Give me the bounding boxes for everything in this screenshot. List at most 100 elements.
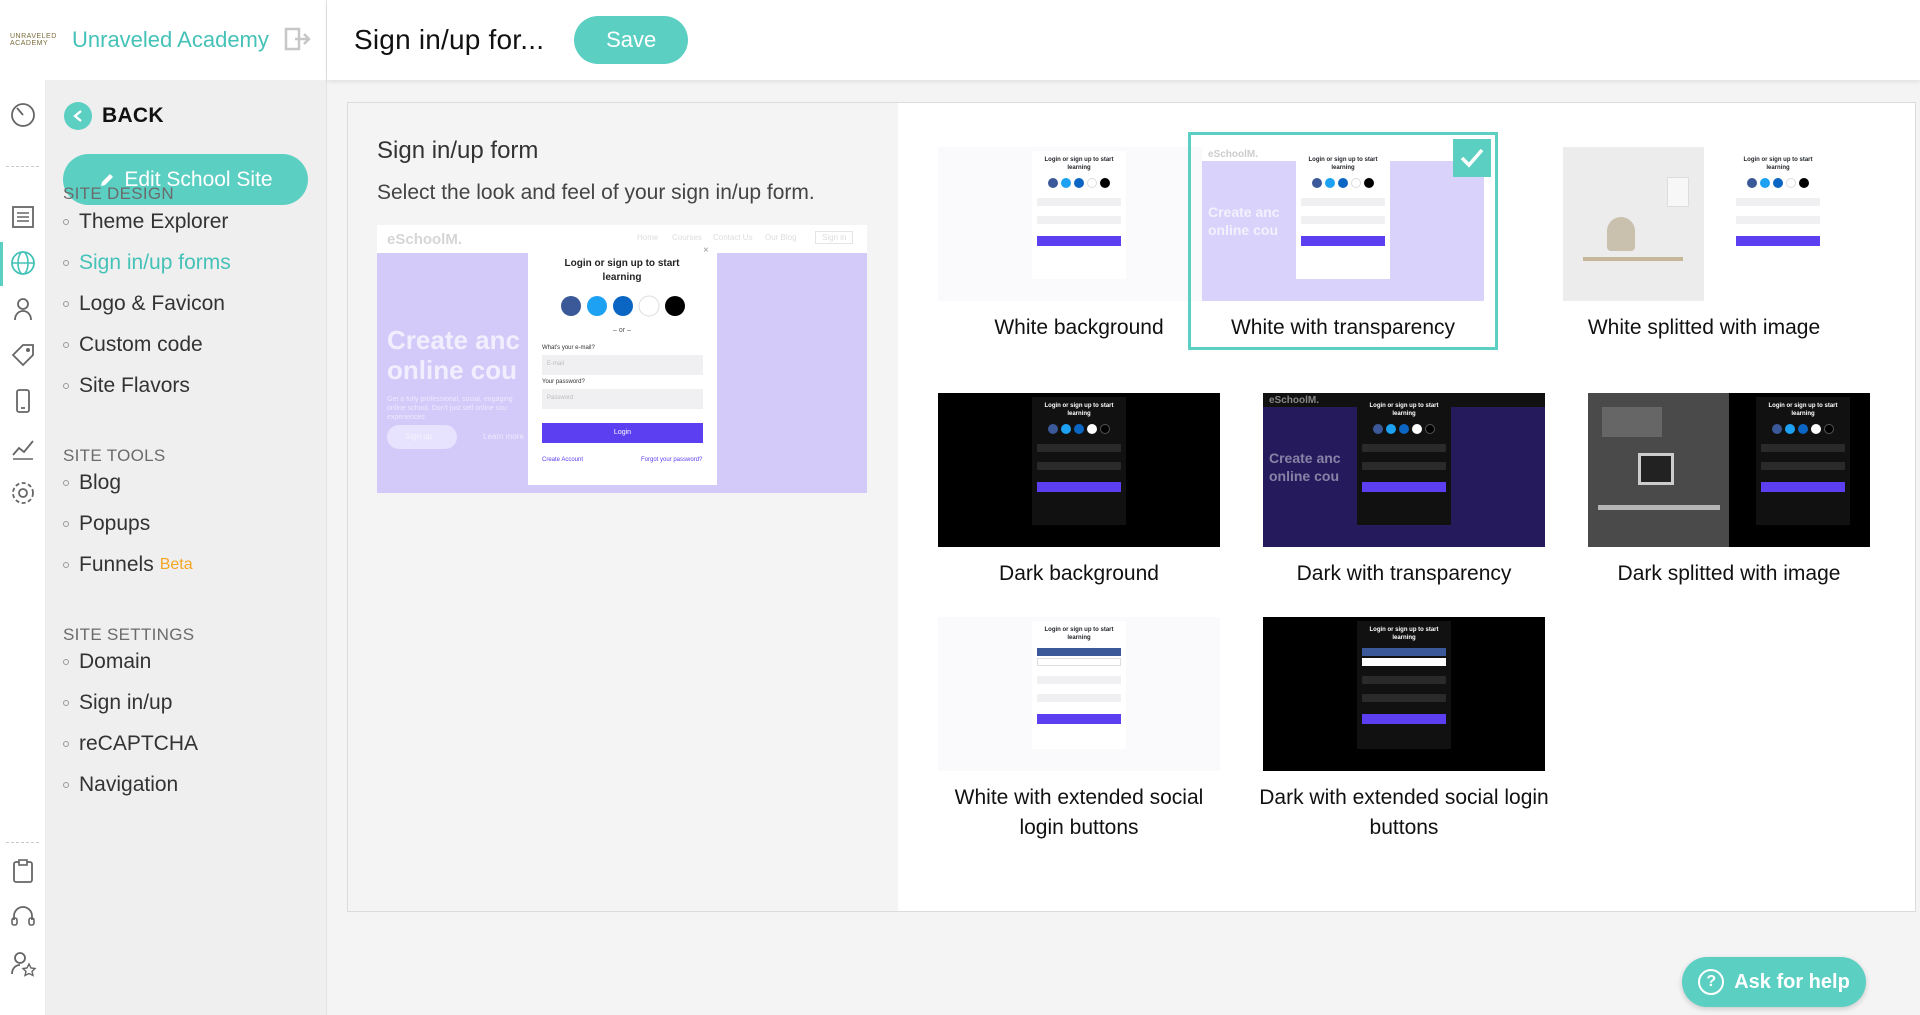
nav-item-funnels[interactable]: Funnels Beta — [63, 553, 193, 577]
option-thumbnail: Login or sign up to start learning — [1588, 393, 1870, 547]
courses-list-icon[interactable] — [8, 202, 38, 232]
option-label: White with transparency — [1230, 316, 1456, 339]
nav-item-blog[interactable]: Blog — [63, 471, 121, 495]
option-white-background[interactable]: Login or sign up to start learning White… — [934, 147, 1224, 343]
mini-login-form: Login or sign up to start learning — [1731, 151, 1825, 279]
back-button[interactable]: BACK — [64, 102, 164, 130]
preview-or-label: – or – — [613, 327, 631, 334]
user-star-icon[interactable] — [8, 948, 38, 978]
mini-login-form: Login or sign up to start learning — [1357, 397, 1451, 525]
option-dark-split[interactable]: Login or sign up to start learning Dark … — [1584, 393, 1874, 589]
beta-badge: Beta — [159, 556, 193, 573]
brand-area: UNRAVELED ACADEMY Unraveled Academy — [0, 0, 327, 80]
preview-hero-line2: online cou — [387, 355, 517, 385]
option-white-transparent[interactable]: eSchoolM. Create anc online cou Login or … — [1188, 132, 1498, 350]
form-preview: eSchoolM. Home Courses Contact Us Our Bl… — [377, 225, 867, 493]
site-nav-sidebar: BACK Edit School Site SITE DESIGN Theme … — [46, 80, 327, 1015]
logout-icon[interactable] — [284, 26, 312, 52]
ask-for-help-button[interactable]: ? Ask for help — [1682, 957, 1866, 1007]
option-thumbnail: Login or sign up to start learning — [1263, 617, 1545, 771]
option-label: Dark splitted with image — [1617, 562, 1841, 585]
preview-nav-courses: Courses — [672, 233, 702, 242]
settings-gear-icon[interactable] — [8, 478, 38, 508]
nav-item-theme-explorer[interactable]: Theme Explorer — [63, 210, 228, 234]
clipboard-icon[interactable] — [8, 856, 38, 886]
mobile-app-icon[interactable] — [8, 386, 38, 416]
preview-login-button: Login — [613, 429, 632, 436]
preview-password-label: Your password? — [542, 379, 585, 385]
preview-email-label: What's your e-mail? — [542, 345, 595, 351]
section-description: Select the look and feel of your sign in… — [377, 181, 815, 204]
preview-hero-body: Get a fully professional, social, engagi… — [387, 396, 513, 421]
option-thumbnail: eSchoolM. Create anc online cou Login or … — [1202, 147, 1484, 301]
section-title-site-settings: SITE SETTINGS — [63, 625, 195, 644]
page-header: Sign in/up for... Save — [327, 0, 1920, 80]
option-thumbnail: Login or sign up to start learning — [938, 617, 1220, 771]
users-icon[interactable] — [8, 294, 38, 324]
nav-item-popups[interactable]: Popups — [63, 512, 150, 536]
pricing-tag-icon[interactable] — [8, 340, 38, 370]
option-label: Dark with extended social login buttons — [1259, 786, 1549, 839]
question-icon: ? — [1698, 969, 1725, 995]
support-headset-icon[interactable] — [8, 902, 38, 932]
preview-nav-blog: Our Blog — [765, 233, 797, 242]
preview-password-placeholder: Password — [547, 395, 574, 401]
nav-item-custom-code[interactable]: Custom code — [63, 333, 203, 357]
section-heading: Sign in/up form — [377, 137, 539, 164]
mini-login-form: Login or sign up to start learning — [1032, 621, 1126, 749]
preview-hero-button: Sign up — [405, 432, 433, 441]
option-label: Dark with transparency — [1296, 562, 1512, 585]
preview-email-placeholder: E-mail — [547, 361, 565, 367]
mini-login-form: Login or sign up to start learning — [1756, 397, 1850, 525]
section-title-site-tools: SITE TOOLS — [63, 446, 166, 465]
mini-login-form: Login or sign up to start learning — [1032, 397, 1126, 525]
nav-item-site-flavors[interactable]: Site Flavors — [63, 374, 190, 398]
preview-forgot-password: Forgot your password? — [641, 457, 703, 463]
preview-hero-link: Learn more — [483, 432, 524, 441]
option-thumbnail: Login or sign up to start learning — [1563, 147, 1845, 301]
dashboard-gauge-icon[interactable] — [8, 100, 38, 130]
mini-login-form: Login or sign up to start learning — [1296, 151, 1390, 279]
form-style-options: Login or sign up to start learning White… — [898, 103, 1915, 911]
sign-in-form-panel: Sign in/up form Select the look and feel… — [347, 102, 1916, 912]
option-dark-extended[interactable]: Login or sign up to start learning Dark … — [1259, 617, 1549, 843]
chevron-left-icon — [64, 102, 92, 130]
option-label: White with extended social login buttons — [954, 786, 1204, 839]
option-thumbnail: Login or sign up to start learning — [938, 147, 1220, 301]
option-dark-background[interactable]: Login or sign up to start learning Dark … — [934, 393, 1224, 589]
mini-login-form: Login or sign up to start learning — [1032, 151, 1126, 279]
icon-rail — [0, 80, 46, 1015]
option-label: White background — [994, 316, 1164, 339]
option-dark-transparent[interactable]: eSchoolM. Create anc online cou Login or … — [1259, 393, 1549, 589]
analytics-chart-icon[interactable] — [8, 432, 38, 462]
nav-item-navigation[interactable]: Navigation — [63, 773, 178, 797]
nav-item-domain[interactable]: Domain — [63, 650, 151, 674]
option-white-split[interactable]: Login or sign up to start learning White… — [1559, 147, 1849, 343]
option-thumbnail: eSchoolM. Create anc online cou Login or … — [1263, 393, 1545, 547]
back-label: BACK — [102, 104, 164, 127]
option-white-extended[interactable]: Login or sign up to start learning White… — [934, 617, 1224, 843]
page-title: Sign in/up for... — [354, 24, 545, 55]
brand-mini-logo: UNRAVELED ACADEMY — [10, 33, 57, 47]
section-title-site-design: SITE DESIGN — [63, 184, 174, 203]
preview-close-icon: × — [703, 245, 709, 256]
form-description-column: Sign in/up form Select the look and feel… — [348, 103, 898, 911]
option-label: Dark background — [999, 562, 1159, 585]
preview-nav-home: Home — [637, 233, 659, 242]
save-button[interactable]: Save — [574, 16, 689, 64]
preview-site-logo: eSchoolM. — [387, 231, 463, 248]
checkmark-icon — [1453, 139, 1491, 177]
option-thumbnail: Login or sign up to start learning — [938, 393, 1220, 547]
preview-create-account: Create Account — [542, 457, 584, 463]
nav-item-sign-in-up[interactable]: Sign in/up — [63, 691, 172, 715]
school-name[interactable]: Unraveled Academy — [72, 27, 269, 53]
mini-login-form: Login or sign up to start learning — [1357, 621, 1451, 749]
preview-nav-button: Sign in — [815, 231, 854, 244]
nav-item-logo-favicon[interactable]: Logo & Favicon — [63, 292, 225, 316]
website-globe-icon[interactable] — [8, 248, 38, 278]
nav-item-recaptcha[interactable]: reCAPTCHA — [63, 732, 198, 756]
nav-item-sign-in-up-forms[interactable]: Sign in/up forms — [63, 251, 231, 275]
ask-for-help-label: Ask for help — [1734, 970, 1850, 993]
preview-form-title: Login or sign up to start learning — [564, 258, 680, 283]
preview-nav-contact: Contact Us — [713, 233, 753, 242]
